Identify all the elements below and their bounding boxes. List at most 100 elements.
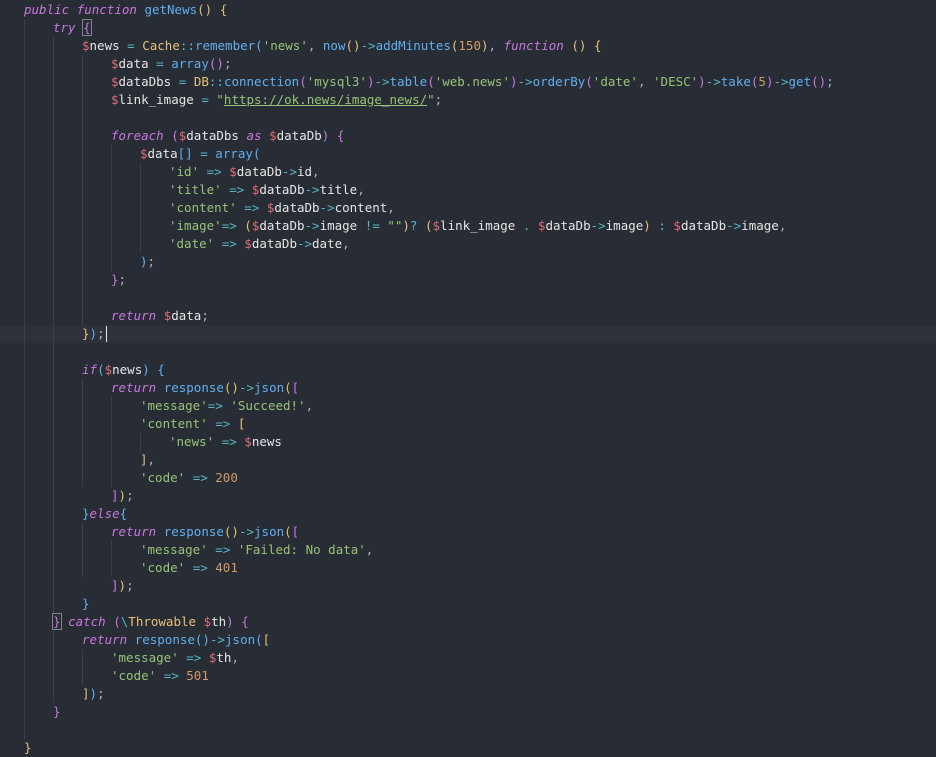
code-token: dataDbs xyxy=(186,128,239,143)
code-line[interactable]: 'code' => 200 xyxy=(140,469,238,487)
code-line[interactable]: } xyxy=(53,703,61,721)
code-token: table xyxy=(389,74,428,89)
code-token: ] xyxy=(111,578,119,593)
code-token: ] xyxy=(82,686,90,701)
code-line[interactable]: 'image'=> ($dataDb->image != "")? ($link… xyxy=(169,217,786,235)
code-line[interactable]: $data[] = array( xyxy=(140,145,260,163)
code-token: = xyxy=(201,92,209,107)
code-token: return xyxy=(111,308,157,323)
code-line[interactable]: }; xyxy=(111,271,126,289)
code-line[interactable]: }); xyxy=(82,325,105,343)
code-line[interactable]: ]); xyxy=(82,685,105,703)
code-token: () xyxy=(571,38,587,53)
code-line[interactable]: return $data; xyxy=(111,307,209,325)
code-token: json xyxy=(225,632,256,647)
code-line[interactable]: $news = Cache::remember('news', now()->a… xyxy=(82,37,601,55)
code-token: $ xyxy=(244,434,252,449)
indent-guide xyxy=(140,433,141,451)
code-line[interactable]: }else{ xyxy=(82,505,127,523)
code-line[interactable]: 'id' => $dataDb->id, xyxy=(169,163,320,181)
code-line[interactable]: $data = array(); xyxy=(111,55,231,73)
code-token: link_image xyxy=(118,92,194,107)
code-token: 501 xyxy=(186,668,209,683)
code-token: 'web.news' xyxy=(434,74,510,89)
code-token: = xyxy=(127,38,135,53)
code-token: -> xyxy=(773,74,789,89)
code-token: 'code' xyxy=(140,470,186,485)
code-token: ; xyxy=(147,254,156,269)
code-token: [] xyxy=(177,146,193,161)
code-token: ( xyxy=(252,146,261,161)
code-token: [ xyxy=(291,380,300,395)
code-line[interactable]: return response()->json([ xyxy=(111,379,299,397)
code-token: ) xyxy=(118,488,127,503)
code-token: ; xyxy=(826,74,834,89)
code-token: th xyxy=(216,650,232,665)
code-token: { xyxy=(157,362,165,377)
code-line[interactable]: ); xyxy=(140,253,155,271)
code-line[interactable]: ]); xyxy=(111,487,134,505)
code-token: ; xyxy=(97,686,105,701)
code-line[interactable]: public function getNews() { xyxy=(24,1,227,19)
code-token: $ xyxy=(111,56,119,71)
code-token: 401 xyxy=(215,560,238,575)
code-token: } xyxy=(82,326,90,341)
code-token: 'news' xyxy=(169,434,215,449)
code-token: => xyxy=(192,560,208,575)
code-token: -> xyxy=(374,74,390,89)
code-line[interactable]: } xyxy=(82,595,90,613)
code-token: array xyxy=(215,146,253,161)
code-line[interactable]: 'content' => $dataDb->content, xyxy=(169,199,395,217)
code-line[interactable]: $link_image = "https://ok.news/image_new… xyxy=(111,91,442,109)
code-editor[interactable]: public function getNews() {try {$news = … xyxy=(0,0,936,757)
code-token: dataDb xyxy=(680,218,727,233)
code-line[interactable]: 'title' => $dataDb->title, xyxy=(169,181,365,199)
code-token: , xyxy=(231,650,239,665)
code-line[interactable]: try { xyxy=(53,19,92,37)
indent-guide xyxy=(82,649,83,685)
code-line[interactable]: ]); xyxy=(111,577,134,595)
code-token: dataDb xyxy=(276,128,322,143)
code-token: != xyxy=(364,218,380,233)
code-token: () xyxy=(223,524,239,539)
code-token: try xyxy=(53,20,76,35)
code-token: return xyxy=(111,524,157,539)
code-token: return xyxy=(111,380,157,395)
code-line[interactable]: foreach ($dataDbs as $dataDb) { xyxy=(111,127,344,145)
code-line[interactable]: 'code' => 501 xyxy=(111,667,209,685)
code-token: connection xyxy=(223,74,300,89)
code-line[interactable]: 'message'=> 'Succeed!', xyxy=(140,397,313,415)
code-line[interactable]: 'content' => [ xyxy=(140,415,245,433)
code-token: , xyxy=(365,542,374,557)
code-line[interactable]: ], xyxy=(140,451,155,469)
code-line[interactable]: 'message' => $th, xyxy=(111,649,239,667)
code-line[interactable]: } catch (\Throwable $th) { xyxy=(52,613,249,631)
code-token: dataDb xyxy=(259,182,305,197)
code-line[interactable]: return response()->json([ xyxy=(111,523,299,541)
code-token: => xyxy=(221,434,237,449)
code-line[interactable]: 'news' => $news xyxy=(169,433,282,451)
indent-guide xyxy=(82,55,83,325)
code-token: ( xyxy=(424,218,433,233)
code-line[interactable]: if($news) { xyxy=(82,361,165,379)
code-line[interactable]: return response()->json([ xyxy=(82,631,270,649)
code-token: ; xyxy=(126,578,134,593)
code-token: { xyxy=(593,38,602,53)
code-line[interactable]: 'date' => $dataDb->date, xyxy=(169,235,350,253)
code-line[interactable]: $dataDbs = DB::connection('mysql3')->tab… xyxy=(111,73,834,91)
code-line[interactable]: 'message' => 'Failed: No data', xyxy=(140,541,373,559)
code-line[interactable]: } xyxy=(24,739,32,757)
code-token: () xyxy=(345,38,361,53)
code-token: json xyxy=(254,524,285,539)
code-line[interactable]: 'code' => 401 xyxy=(140,559,238,577)
code-token: ( xyxy=(113,614,121,629)
code-token: => xyxy=(215,542,231,557)
code-token: response xyxy=(134,632,195,647)
